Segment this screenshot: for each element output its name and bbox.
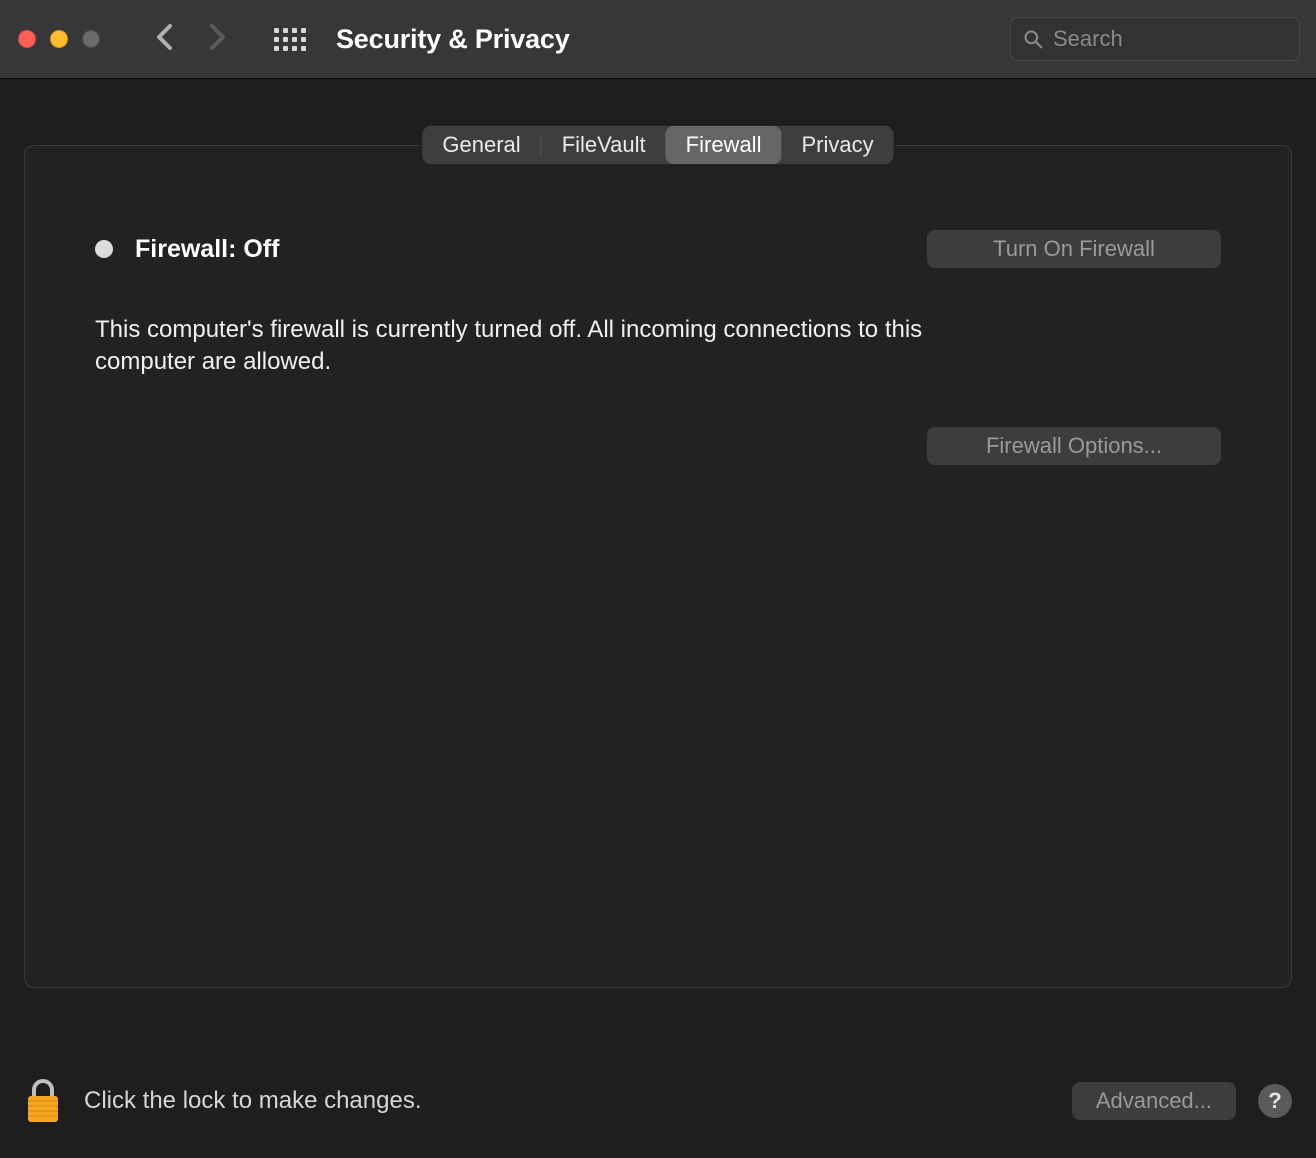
firewall-options-button[interactable]: Firewall Options... (927, 427, 1221, 465)
toolbar: Security & Privacy (0, 0, 1316, 79)
nav-arrows (156, 24, 226, 55)
firewall-status: Firewall: Off (95, 235, 279, 264)
tab-label: Privacy (801, 132, 873, 157)
firewall-description: This computer's firewall is currently tu… (95, 314, 965, 379)
search-icon (1023, 29, 1043, 49)
tab-label: FileVault (562, 132, 646, 157)
search-input[interactable] (1053, 26, 1287, 52)
advanced-button[interactable]: Advanced... (1072, 1082, 1236, 1120)
help-button[interactable]: ? (1258, 1084, 1292, 1118)
firewall-panel: Firewall: Off Turn On Firewall This comp… (24, 145, 1292, 988)
lock-icon[interactable] (24, 1078, 62, 1124)
turn-on-firewall-button[interactable]: Turn On Firewall (927, 230, 1221, 268)
back-button[interactable] (156, 24, 172, 55)
footer-right: Advanced... ? (1072, 1082, 1292, 1120)
tab-filevault[interactable]: FileVault (542, 126, 666, 164)
minimize-window-button[interactable] (50, 30, 68, 48)
tab-privacy[interactable]: Privacy (781, 126, 893, 164)
zoom-window-button[interactable] (82, 30, 100, 48)
firewall-status-label: Firewall: Off (135, 235, 279, 264)
forward-button[interactable] (210, 24, 226, 55)
window-controls (18, 30, 100, 48)
window-title: Security & Privacy (336, 24, 570, 55)
firewall-status-row: Firewall: Off Turn On Firewall (95, 230, 1221, 268)
tab-label: Firewall (686, 132, 762, 157)
tab-firewall[interactable]: Firewall (666, 126, 782, 164)
help-icon: ? (1268, 1088, 1281, 1114)
search-box[interactable] (1010, 17, 1300, 61)
tab-group: General FileVault Firewall Privacy (421, 125, 894, 165)
status-indicator-icon (95, 240, 113, 258)
tab-general[interactable]: General (422, 126, 540, 164)
footer: Click the lock to make changes. Advanced… (24, 1078, 1292, 1124)
lock-hint-label: Click the lock to make changes. (84, 1087, 422, 1115)
show-all-icon[interactable] (274, 28, 306, 51)
main-content: General FileVault Firewall Privacy Firew… (0, 79, 1316, 1158)
footer-left: Click the lock to make changes. (24, 1078, 422, 1124)
close-window-button[interactable] (18, 30, 36, 48)
tab-label: General (442, 132, 520, 157)
